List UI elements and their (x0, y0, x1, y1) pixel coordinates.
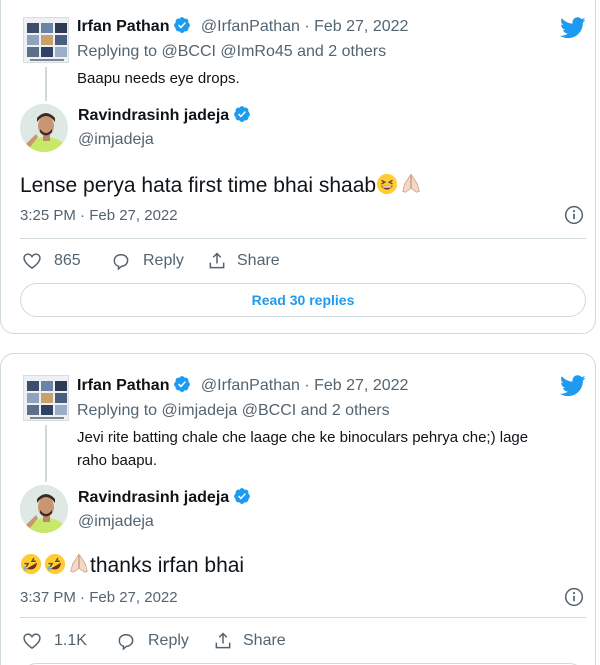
twitter-bird-icon[interactable] (560, 17, 586, 39)
folded-hands-emoji (70, 553, 88, 573)
verified-badge-icon (174, 17, 191, 33)
parent-tweet-text-line: Jevi rite batting chale che laage che ke… (77, 429, 529, 446)
rolling-on-floor-laughing-emoji (44, 553, 66, 575)
info-icon[interactable] (564, 205, 584, 225)
tweet-text: Lense perya hata first time bhai shaab (20, 174, 377, 197)
share-label: Share (237, 252, 280, 269)
author-handle[interactable]: @imjadeja (78, 513, 154, 531)
author-avatar[interactable] (20, 485, 68, 533)
parent-tweet-text-line: raho baapu. (77, 452, 158, 469)
share-button[interactable]: Share (207, 251, 280, 271)
reply-bubble-icon (118, 634, 134, 651)
parent-avatar[interactable] (23, 375, 69, 421)
verified-badge-icon (234, 488, 251, 504)
author-name[interactable]: Ravindrasinh jadeja (78, 107, 229, 124)
divider (20, 238, 586, 239)
author-name-row: Ravindrasinh jadeja (78, 105, 251, 125)
tweet-timestamp[interactable]: 3:25 PM · Feb 27, 2022 (20, 207, 178, 224)
author-avatar[interactable] (20, 104, 68, 152)
replying-to[interactable]: Replying to @BCCI @ImRo45 and 2 others (77, 43, 386, 61)
thread-line (45, 67, 47, 101)
tweet-timestamp[interactable]: 3:37 PM · Feb 27, 2022 (20, 589, 178, 606)
twitter-bird-icon[interactable] (560, 375, 586, 397)
reply-label: Reply (148, 632, 189, 649)
heart-icon (23, 253, 41, 270)
parent-author-name[interactable]: Irfan Pathan (77, 377, 169, 394)
share-icon (209, 252, 225, 269)
info-icon[interactable] (564, 587, 584, 607)
tweet-embed-card: Irfan Pathan @IrfanPathan · Feb 27, 2022… (0, 353, 596, 665)
reply-label: Reply (143, 252, 184, 269)
author-name[interactable]: Ravindrasinh jadeja (78, 489, 229, 506)
rolling-on-floor-laughing-emoji (20, 553, 42, 575)
parent-author-name[interactable]: Irfan Pathan (77, 18, 169, 35)
parent-tweet-text: Baapu needs eye drops. (77, 70, 240, 87)
parent-avatar[interactable] (23, 17, 69, 63)
tweet-text-row: Lense perya hata first time bhai shaab (20, 173, 422, 198)
reply-button[interactable]: Reply (116, 631, 189, 651)
thread-line (45, 425, 47, 482)
like-button[interactable]: 865 (22, 251, 81, 271)
like-count: 1.1K (54, 632, 87, 649)
read-replies-button[interactable]: Read 30 replies (20, 283, 586, 317)
heart-icon (23, 633, 41, 650)
share-button[interactable]: Share (213, 631, 286, 651)
parent-header: Irfan Pathan @IrfanPathan · Feb 27, 2022 (77, 16, 408, 36)
reply-button[interactable]: Reply (111, 251, 184, 271)
tweet-text-row: thanks irfan bhai (20, 553, 244, 578)
like-count: 865 (54, 252, 81, 269)
parent-date[interactable]: · Feb 27, 2022 (304, 377, 408, 394)
tweet-text: thanks irfan bhai (90, 554, 245, 577)
parent-handle[interactable]: @IrfanPathan (201, 377, 300, 394)
like-button[interactable]: 1.1K (22, 631, 87, 651)
share-label: Share (243, 632, 286, 649)
folded-hands-emoji (402, 173, 420, 193)
divider (20, 617, 586, 618)
verified-badge-icon (174, 376, 191, 392)
author-handle[interactable]: @imjadeja (78, 131, 154, 149)
reply-bubble-icon (113, 254, 129, 271)
tweet-embed-card: Irfan Pathan @IrfanPathan · Feb 27, 2022… (0, 0, 596, 334)
verified-badge-icon (234, 106, 251, 122)
parent-date[interactable]: · Feb 27, 2022 (304, 18, 408, 35)
parent-handle[interactable]: @IrfanPathan (201, 18, 300, 35)
author-name-row: Ravindrasinh jadeja (78, 487, 251, 507)
replying-to[interactable]: Replying to @imjadeja @BCCI and 2 others (77, 402, 390, 420)
parent-header: Irfan Pathan @IrfanPathan · Feb 27, 2022 (77, 375, 408, 395)
share-icon (215, 632, 231, 649)
grinning-squinting-face-emoji (376, 173, 398, 195)
